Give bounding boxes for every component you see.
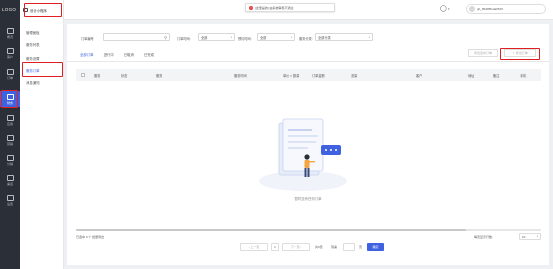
- selection-summary: 已选中 0 个 批量导出: [76, 235, 105, 239]
- column-header: 订单金额: [312, 74, 325, 78]
- confirm-button[interactable]: 确定: [367, 243, 384, 251]
- subnav-item-service-settings[interactable]: 服务设置: [26, 56, 40, 61]
- page-number[interactable]: 1: [271, 243, 279, 251]
- chevron-down-icon: ▾: [368, 35, 370, 39]
- subnav-item-notifications[interactable]: 消息通知: [26, 80, 40, 85]
- chevron-down-icon: ▾: [230, 35, 232, 39]
- chevron-down-icon: ▾: [290, 35, 292, 39]
- column-header: 状态: [121, 74, 128, 78]
- subnav-item-service-list[interactable]: 服务列表: [26, 42, 40, 47]
- shop-switcher[interactable]: 设计小程序: [23, 4, 58, 16]
- table-header: 服务 状态 服务 服务时间 单价 × 数量 订单金额 流量 客户 地址 备注 手…: [76, 69, 541, 81]
- error-toast: ! [这里是的] 由系统审核不通过: [245, 3, 335, 12]
- horizontal-scrollbar[interactable]: [76, 229, 541, 231]
- nav-item-channels[interactable]: 渠道: [0, 172, 20, 188]
- apps-icon: [6, 114, 14, 121]
- goto-page-input[interactable]: [343, 243, 355, 251]
- chevron-down-icon: ▾: [536, 235, 538, 238]
- channel-icon: [6, 174, 14, 181]
- column-header: 单价 × 数量: [283, 74, 300, 78]
- avatar: [469, 6, 475, 12]
- top-header: ! [这里是的] 由系统审核不通过 ◯ ▾ gh_8949f51da0515: [64, 0, 553, 20]
- chevron-down-icon[interactable]: ▾: [448, 7, 450, 11]
- logo: LOGO: [2, 7, 17, 12]
- order-time-select[interactable]: 全部 ▾: [198, 33, 235, 41]
- column-header: 服务: [94, 74, 101, 78]
- select-all-checkbox[interactable]: [81, 73, 85, 77]
- prev-page-button[interactable]: ‹ 上一页: [240, 243, 268, 251]
- account-switcher[interactable]: gh_8949f51da0515: [466, 4, 546, 14]
- document-icon: [6, 68, 14, 75]
- shop-name: 设计小程序: [30, 8, 47, 13]
- next-page-button[interactable]: 下一页 ›: [282, 243, 310, 251]
- export-button[interactable]: ⇧ 导出订单: [504, 49, 536, 57]
- page-size-select[interactable]: 10 ▾: [519, 233, 541, 240]
- nav-item-orders[interactable]: 订单: [0, 66, 20, 82]
- page-size-label: 每页显示行数:: [474, 235, 493, 239]
- nav-item-settings[interactable]: 设置: [0, 192, 20, 208]
- nav-item-marketing[interactable]: 营销: [0, 132, 20, 148]
- column-header: 备注: [493, 74, 500, 78]
- nav-item-distribution[interactable]: 分销: [0, 152, 20, 168]
- nav-item-finance[interactable]: 财务: [0, 91, 20, 107]
- column-header: 服务时间: [234, 74, 247, 78]
- order-no-label: 订单编号: [81, 37, 94, 41]
- empty-state-text: 暂时没有任何订单: [294, 197, 322, 201]
- chevron-right-icon: ›: [299, 245, 302, 249]
- appointment-time-select[interactable]: 全部 ▾: [257, 33, 295, 41]
- scrollbar-thumb[interactable]: [76, 229, 466, 231]
- subnav-item-dashboard[interactable]: 管理面板: [26, 30, 40, 35]
- gear-icon: [6, 194, 14, 201]
- miniprogram-icon: [23, 8, 28, 12]
- nav-item-apps[interactable]: 应用: [0, 112, 20, 128]
- service-category-label: 服务分类:: [299, 37, 313, 41]
- tab-divider: [67, 61, 549, 62]
- search-icon[interactable]: ⚲: [164, 35, 167, 40]
- column-header: 客户: [416, 74, 423, 78]
- share-icon: [6, 154, 14, 161]
- column-header: 服务: [156, 74, 163, 78]
- user-icon: [6, 47, 14, 54]
- service-category-select[interactable]: 全部分类 ▾: [315, 33, 373, 41]
- secondary-nav: 设计小程序 管理面板 服务列表 服务设置 服务订单 消息通知: [20, 0, 64, 269]
- nav-item-customers[interactable]: 客户: [0, 45, 20, 61]
- column-header: 流量: [351, 74, 358, 78]
- person-icon[interactable]: ◯: [440, 5, 447, 12]
- appointment-time-label: 预约时间:: [238, 37, 252, 41]
- shop-icon: [6, 134, 14, 141]
- dashboard-icon: [6, 27, 14, 34]
- export-selected-button[interactable]: 导出选中订单: [468, 49, 498, 57]
- order-no-input[interactable]: ⚲: [103, 33, 170, 41]
- warning-icon: !: [249, 5, 253, 10]
- column-header: 地址: [468, 74, 475, 78]
- total-pages: 共0页: [315, 245, 323, 249]
- export-icon: ⇧: [512, 51, 515, 55]
- page-unit-label: 页: [359, 245, 363, 249]
- nav-item-overview[interactable]: 概况: [0, 25, 20, 41]
- order-time-label: 订单时间:: [177, 37, 191, 41]
- empty-state-illustration: [259, 118, 347, 191]
- goto-label: 到第: [331, 245, 338, 249]
- calendar-icon: [6, 93, 14, 100]
- main-panel: 订单编号 ⚲ 订单时间: 全部 ▾ 预约时间: 全部 ▾ 服务分类: 全部分类 ▾ 全…: [67, 24, 549, 265]
- subnav-item-service-orders[interactable]: 服务订单: [26, 68, 40, 73]
- column-header: 手机: [520, 74, 527, 78]
- primary-nav: LOGO 概况 客户 订单 财务 应用 营销 分销 渠道 设置: [0, 0, 20, 269]
